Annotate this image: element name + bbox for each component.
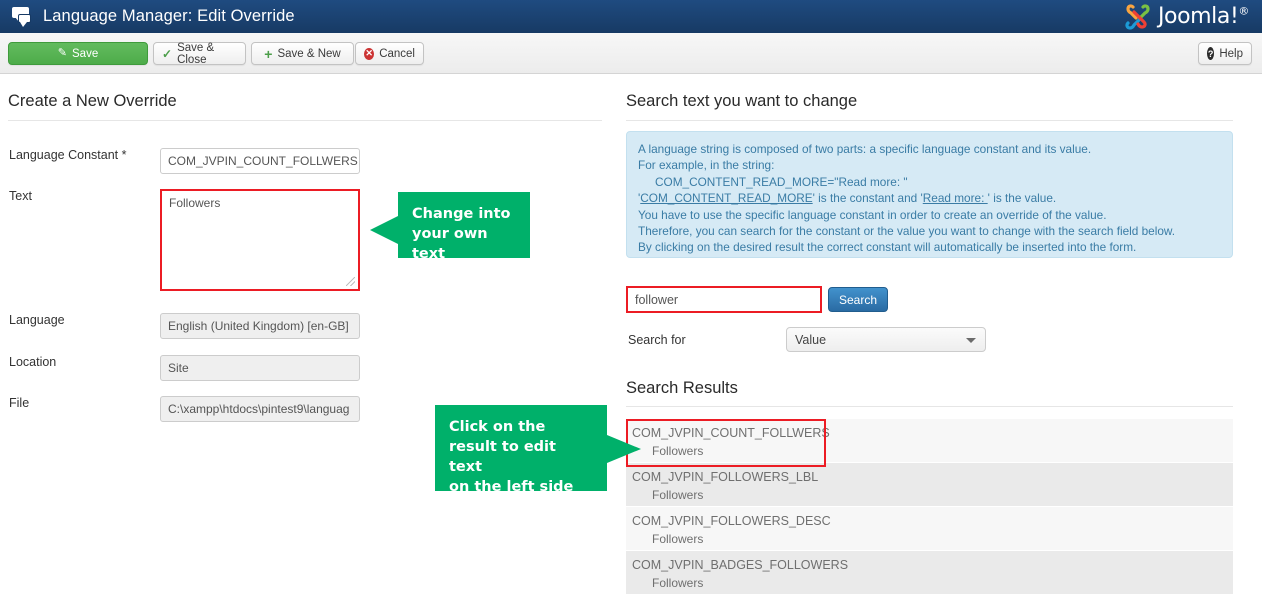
callout-arrow-right-icon <box>607 435 641 463</box>
info-value-underline: Read more: <box>922 191 988 206</box>
result-value: Followers <box>652 444 704 458</box>
result-row-2[interactable]: COM_JVPIN_FOLLOWERS_LBL Followers <box>626 463 1233 507</box>
callout-click-result: Click on the result to edit text on the … <box>435 405 641 495</box>
plus-icon: + <box>264 45 273 62</box>
callout-line-2: result to edit text <box>449 439 556 475</box>
search-for-label: Search for <box>628 333 686 347</box>
language-constant-input[interactable]: COM_JVPIN_COUNT_FOLLWERS <box>160 148 360 174</box>
info-line-6: Therefore, you can search for the consta… <box>638 224 1176 239</box>
info-line-4: 'COM_CONTENT_READ_MORE' is the constant … <box>638 191 1057 206</box>
resize-grip-icon[interactable] <box>346 277 355 286</box>
results-divider <box>626 406 1233 407</box>
info-line-5: You have to use the specific language co… <box>638 207 1107 222</box>
cancel-circle-icon: ✕ <box>364 47 375 60</box>
cancel-button[interactable]: ✕ Cancel <box>355 42 424 65</box>
callout-change-text: Change into your own text <box>370 192 530 262</box>
chevron-down-icon <box>966 338 976 343</box>
field-row-language: Language English (United Kingdom) [en-GB… <box>0 313 360 339</box>
check-icon: ✓ <box>162 46 173 61</box>
pencil-square-icon: ✎ <box>57 47 67 59</box>
callout-line-1: Click on the <box>449 419 546 435</box>
result-value: Followers <box>652 488 704 502</box>
callout-line-1: Change into <box>412 206 511 222</box>
field-row-text: Text Followers <box>0 189 360 291</box>
text-textarea[interactable]: Followers <box>160 189 360 291</box>
result-row-1[interactable]: COM_JVPIN_COUNT_FOLLWERS Followers <box>626 419 1233 463</box>
joomla-logo: Joomla!® <box>1122 2 1249 31</box>
field-row-location: Location Site <box>0 355 360 381</box>
result-value: Followers <box>652 532 704 546</box>
search-for-value: Value <box>795 332 827 347</box>
page-title: Language Manager: Edit Override <box>43 7 295 25</box>
search-pane: Search text you want to change A languag… <box>620 74 1262 612</box>
result-row-3[interactable]: COM_JVPIN_FOLLOWERS_DESC Followers <box>626 507 1233 551</box>
save-and-close-button[interactable]: ✓ Save & Close <box>153 42 246 66</box>
info-line-2: For example, in the string: <box>638 158 775 173</box>
results-title: Search Results <box>626 379 738 397</box>
joomla-mark-icon <box>1125 3 1150 30</box>
override-form-pane: Create a New Override Language Constant … <box>0 74 610 612</box>
joomla-wordmark: Joomla!® <box>1157 4 1249 29</box>
toolbar: ✎ Save ✓ Save & Close + Save & New ✕ Can… <box>0 33 1262 74</box>
location-input: Site <box>160 355 360 381</box>
info-line-7: By clicking on the desired result the co… <box>638 240 1137 255</box>
app-header: Language Manager: Edit Override Joomla!® <box>0 0 1262 33</box>
location-label: Location <box>9 355 57 369</box>
right-section-title: Search text you want to change <box>626 92 858 110</box>
language-input: English (United Kingdom) [en-GB] <box>160 313 360 339</box>
language-label: Language <box>9 313 65 327</box>
text-label: Text <box>9 189 32 203</box>
search-for-select[interactable]: Value <box>786 327 986 352</box>
field-row-file: File C:\xampp\htdocs\pintest9\languag <box>0 396 360 422</box>
question-circle-icon: ? <box>1207 47 1215 60</box>
left-section-title: Create a New Override <box>8 92 177 110</box>
callout-line-2: your own text <box>412 226 488 262</box>
callout-line-3: on the left side <box>449 479 574 495</box>
file-input: C:\xampp\htdocs\pintest9\languag <box>160 396 360 422</box>
field-row-language-constant: Language Constant * COM_JVPIN_COUNT_FOLL… <box>0 148 360 174</box>
text-textarea-value: Followers <box>169 196 221 210</box>
help-button[interactable]: ? Help <box>1198 42 1252 65</box>
result-constant: COM_JVPIN_COUNT_FOLLWERS <box>632 426 830 440</box>
result-constant: COM_JVPIN_FOLLOWERS_LBL <box>632 470 819 484</box>
right-title-divider <box>626 120 1233 121</box>
save-and-new-button[interactable]: + Save & New <box>251 42 354 65</box>
search-input[interactable]: follower <box>626 286 822 313</box>
comments-icon <box>9 6 33 27</box>
info-constant-underline: COM_CONTENT_READ_MORE <box>640 191 813 206</box>
left-title-divider <box>8 120 602 121</box>
search-results-list: COM_JVPIN_COUNT_FOLLWERS Followers COM_J… <box>626 419 1233 595</box>
language-constant-label: Language Constant * <box>9 148 127 162</box>
info-line-1: A language string is composed of two par… <box>638 142 1092 156</box>
info-alert: A language string is composed of two par… <box>626 131 1233 258</box>
result-row-4[interactable]: COM_JVPIN_BADGES_FOLLOWERS Followers <box>626 551 1233 595</box>
callout-arrow-left-icon <box>370 216 398 244</box>
result-constant: COM_JVPIN_FOLLOWERS_DESC <box>632 514 831 528</box>
result-value: Followers <box>652 576 704 590</box>
result-constant: COM_JVPIN_BADGES_FOLLOWERS <box>632 558 849 572</box>
search-button[interactable]: Search <box>828 287 888 312</box>
save-button[interactable]: ✎ Save <box>8 42 148 65</box>
info-line-3: COM_CONTENT_READ_MORE="Read more: " <box>655 174 908 189</box>
file-label: File <box>9 396 30 410</box>
